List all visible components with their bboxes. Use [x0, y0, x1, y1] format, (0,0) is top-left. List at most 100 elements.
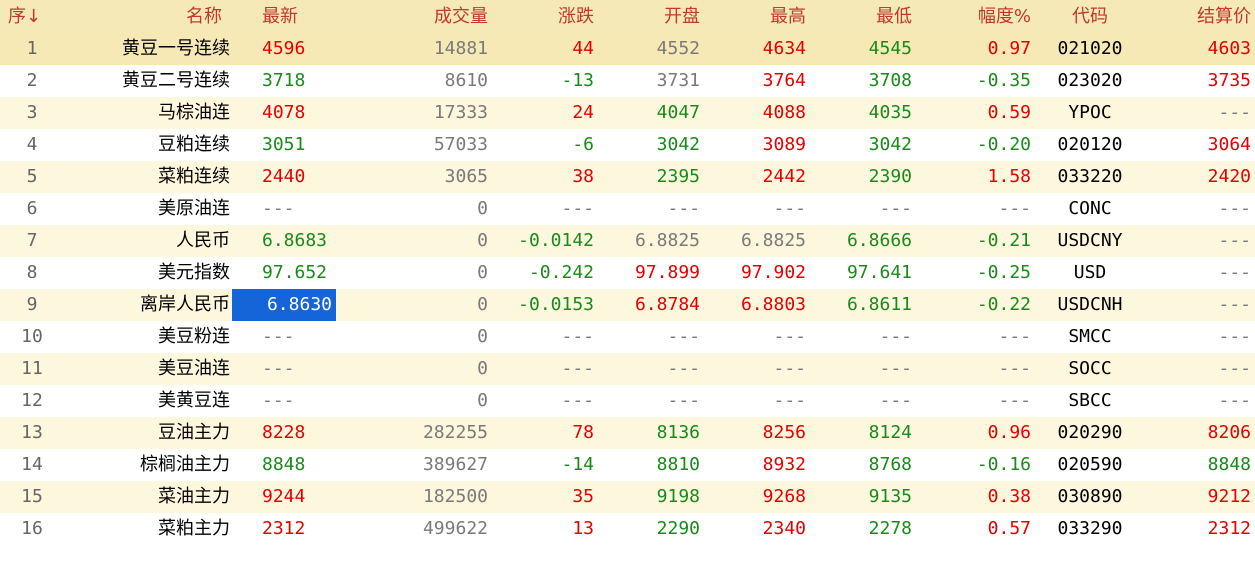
cell-name: 菜粕连续 — [158, 166, 230, 187]
cell-high: --- — [773, 326, 806, 347]
cell-open: --- — [667, 326, 700, 347]
cell-name: 黄豆一号连续 — [122, 38, 230, 59]
header-settle[interactable]: 结算价 — [1147, 0, 1255, 33]
cell-latest: --- — [262, 198, 295, 219]
table-row[interactable]: 5 菜粕连续 2440 3065 38 2395 2442 2390 1.58 033220 242… — [0, 161, 1255, 193]
cell-settle: 2420 — [1207, 166, 1251, 187]
cell-latest: --- — [262, 326, 295, 347]
cell-latest: --- — [262, 390, 295, 411]
cell-seq: 8 — [26, 262, 38, 283]
cell-settle: 9212 — [1207, 486, 1251, 507]
table-row[interactable]: 1 黄豆一号连续 4596 14881 44 4552 4634 4545 0.97 021020… — [0, 33, 1255, 65]
cell-seq: 12 — [21, 390, 43, 411]
cell-settle: 2312 — [1207, 518, 1251, 539]
cell-volume: 0 — [477, 390, 488, 411]
cell-low: 6.8611 — [846, 294, 912, 315]
cell-range: 0.57 — [987, 518, 1031, 539]
cell-name: 美豆油连 — [158, 358, 230, 379]
cell-change: --- — [561, 390, 594, 411]
header-high[interactable]: 最高 — [702, 0, 808, 33]
cell-open: --- — [667, 358, 700, 379]
cell-range: --- — [998, 198, 1031, 219]
cell-low: 8768 — [868, 454, 912, 475]
cell-code: SOCC — [1068, 358, 1112, 379]
cell-settle: --- — [1218, 358, 1251, 379]
cell-volume: 0 — [477, 198, 488, 219]
table-row[interactable]: 4 豆粕连续 3051 57033 -6 3042 3089 3042 -0.20 020120 3… — [0, 129, 1255, 161]
table-row[interactable]: 10 美豆粉连 --- 0 --- --- --- --- --- SMCC --- — [0, 321, 1255, 353]
table-row[interactable]: 16 菜粕主力 2312 499622 13 2290 2340 2278 0.57 033290… — [0, 513, 1255, 545]
cell-open: 6.8825 — [634, 230, 700, 251]
header-volume[interactable]: 成交量 — [342, 0, 490, 33]
cell-range: -0.16 — [976, 454, 1031, 475]
table-row[interactable]: 15 菜油主力 9244 182500 35 9198 9268 9135 0.38 030890… — [0, 481, 1255, 513]
table-row[interactable]: 11 美豆油连 --- 0 --- --- --- --- --- SOCC --- — [0, 353, 1255, 385]
cell-high: --- — [773, 358, 806, 379]
cell-latest: 8228 — [262, 422, 306, 443]
table-row[interactable]: 12 美黄豆连 --- 0 --- --- --- --- --- SBCC --- — [0, 385, 1255, 417]
cell-range: -0.21 — [976, 230, 1031, 251]
cell-seq: 4 — [26, 134, 38, 155]
quote-table: 序↓ 名称 最新 成交量 涨跌 开盘 最高 最低 幅度% 代码 结算价 1 黄豆一… — [0, 0, 1255, 545]
cell-high: 97.902 — [740, 262, 806, 283]
cell-open: 9198 — [656, 486, 700, 507]
cell-open: 3042 — [656, 134, 700, 155]
header-code[interactable]: 代码 — [1033, 0, 1147, 33]
cell-volume: 3065 — [444, 166, 488, 187]
cell-volume: 0 — [477, 230, 488, 251]
cell-code: SBCC — [1068, 390, 1112, 411]
cell-settle: 8848 — [1207, 454, 1251, 475]
header-open[interactable]: 开盘 — [596, 0, 702, 33]
table-body: 1 黄豆一号连续 4596 14881 44 4552 4634 4545 0.97 021020… — [0, 33, 1255, 545]
cell-name: 黄豆二号连续 — [122, 70, 230, 91]
cell-code: 021020 — [1057, 38, 1123, 59]
table-row[interactable]: 13 豆油主力 8228 282255 78 8136 8256 8124 0.96 020290… — [0, 417, 1255, 449]
selected-cell[interactable]: 6.8630 — [232, 289, 336, 321]
cell-volume: 0 — [477, 326, 488, 347]
cell-name: 人民币 — [176, 230, 230, 251]
table-row[interactable]: 3 马棕油连 4078 17333 24 4047 4088 4035 0.59 YPOC --- — [0, 97, 1255, 129]
table-row[interactable]: 6 美原油连 --- 0 --- --- --- --- --- CONC --- — [0, 193, 1255, 225]
cell-name: 马棕油连 — [158, 102, 230, 123]
cell-open: --- — [667, 198, 700, 219]
cell-code: CONC — [1068, 198, 1112, 219]
header-range[interactable]: 幅度% — [914, 0, 1033, 33]
table-row[interactable]: 2 黄豆二号连续 3718 8610 -13 3731 3764 3708 -0.35 02302… — [0, 65, 1255, 97]
cell-latest: 6.8683 — [262, 230, 328, 251]
cell-high: 9268 — [762, 486, 806, 507]
cell-change: -6 — [572, 134, 594, 155]
header-low[interactable]: 最低 — [808, 0, 914, 33]
cell-code: 030890 — [1057, 486, 1123, 507]
cell-change: --- — [561, 198, 594, 219]
table-row[interactable]: 7 人民币 6.8683 0 -0.0142 6.8825 6.8825 6.8666 -0.2… — [0, 225, 1255, 257]
cell-code: SMCC — [1068, 326, 1112, 347]
cell-seq: 1 — [26, 38, 38, 59]
header-change[interactable]: 涨跌 — [490, 0, 596, 33]
cell-range: 0.97 — [987, 38, 1031, 59]
cell-volume: 182500 — [422, 486, 488, 507]
cell-low: 2278 — [868, 518, 912, 539]
table-header: 序↓ 名称 最新 成交量 涨跌 开盘 最高 最低 幅度% 代码 结算价 — [0, 0, 1255, 33]
cell-volume: 0 — [477, 262, 488, 283]
header-name[interactable]: 名称 — [60, 0, 232, 33]
table-row[interactable]: 9 离岸人民币 6.8630 0 -0.0153 6.8784 6.8803 6.8611 -0… — [0, 289, 1255, 321]
cell-low: 4035 — [868, 102, 912, 123]
cell-settle: --- — [1218, 198, 1251, 219]
cell-settle: 3064 — [1207, 134, 1251, 155]
cell-change: --- — [561, 326, 594, 347]
cell-latest: 8848 — [262, 454, 306, 475]
cell-change: 78 — [572, 422, 594, 443]
cell-latest: 9244 — [262, 486, 306, 507]
cell-seq: 5 — [26, 166, 38, 187]
table-row[interactable]: 8 美元指数 97.652 0 -0.242 97.899 97.902 97.641 -0.2… — [0, 257, 1255, 289]
cell-low: --- — [879, 198, 912, 219]
cell-low: --- — [879, 390, 912, 411]
cell-range: 0.59 — [987, 102, 1031, 123]
cell-change: 44 — [572, 38, 594, 59]
header-latest[interactable]: 最新 — [232, 0, 342, 33]
cell-low: 8124 — [868, 422, 912, 443]
header-seq-sort[interactable]: 序↓ — [0, 0, 60, 33]
cell-name: 豆粕连续 — [158, 134, 230, 155]
table-row[interactable]: 14 棕榈油主力 8848 389627 -14 8810 8932 8768 -0.16 020… — [0, 449, 1255, 481]
cell-seq: 16 — [21, 518, 43, 539]
